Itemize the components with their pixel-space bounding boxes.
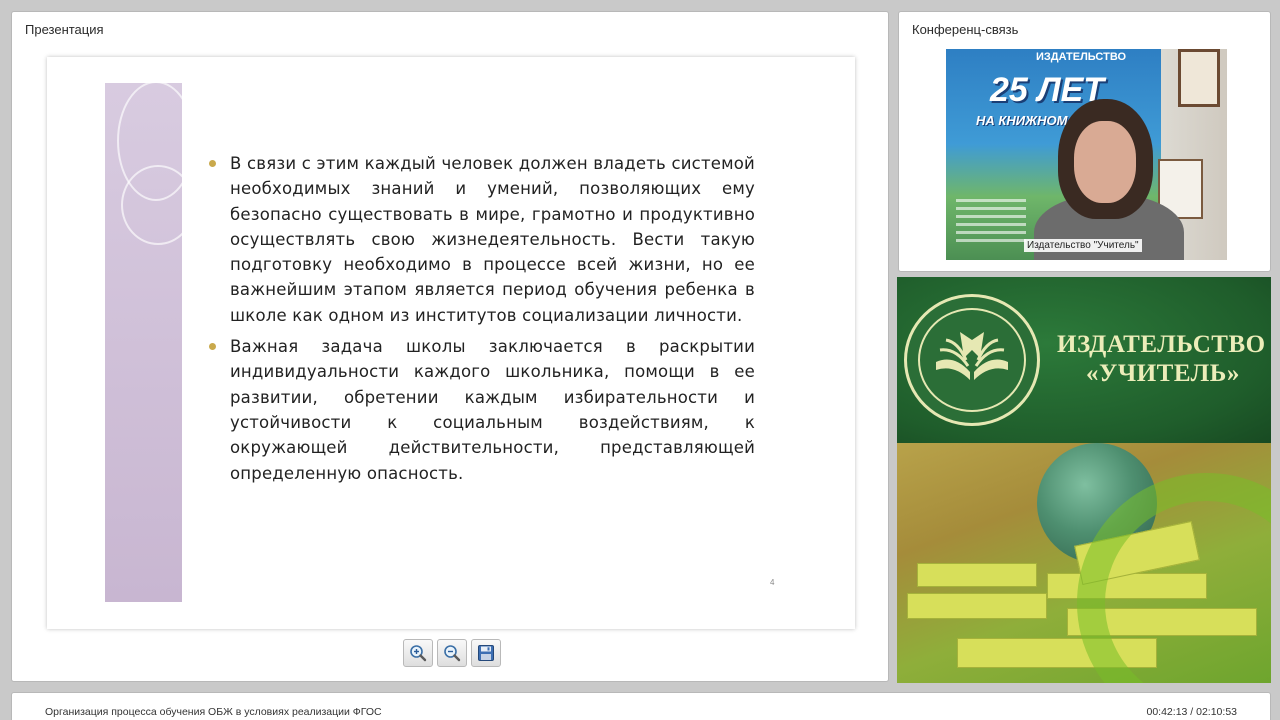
conference-panel: Конференц-связь ИЗДАТЕЛЬСТВО 25 ЛЕТ НА К… [898,11,1271,272]
presentation-panel: Презентация В связи с этим каждый челове… [11,11,889,682]
publisher-banner: ИЗДАТЕЛЬСТВО «УЧИТЕЛЬ» [897,277,1271,683]
presentation-slide: В связи с этим каждый человек должен вла… [47,57,855,629]
slide-bullet-2-text: Важная задача школы заключается в раскры… [230,337,755,483]
slide-bullet-2: Важная задача школы заключается в раскры… [209,334,755,486]
publisher-title-line1: ИЗДАТЕЛЬСТВО [1057,331,1266,358]
conference-panel-title: Конференц-связь [912,22,1019,37]
poster-address-lines [956,199,1026,247]
poster-top-text: ИЗДАТЕЛЬСТВО [1036,51,1127,63]
zoom-out-button[interactable] [437,639,467,667]
player-footer: Организация процесса обучения ОБЖ в усло… [11,692,1271,720]
publisher-logo-icon [904,294,1040,426]
slide-decoration [105,83,182,602]
zoom-in-button[interactable] [403,639,433,667]
banner-books-image [897,443,1271,683]
video-feed[interactable]: ИЗДАТЕЛЬСТВО 25 ЛЕТ НА КНИЖНОМ Р Издател… [946,49,1227,260]
webinar-title: Организация процесса обучения ОБЖ в усло… [45,706,382,718]
slide-bullet-1: В связи с этим каждый человек должен вла… [209,151,755,328]
speaker-face [1074,121,1136,203]
presentation-panel-title: Презентация [25,22,104,37]
presentation-toolbar [403,639,501,667]
publisher-title-line2: «УЧИТЕЛЬ» [1086,360,1240,387]
zoom-in-icon [410,645,427,662]
slide-bullet-1-text: В связи с этим каждый человек должен вла… [230,154,755,325]
book-emblem-icon [936,332,1008,380]
bullet-icon [209,343,216,351]
wall-picture [1178,49,1220,107]
slide-text: В связи с этим каждый человек должен вла… [209,151,755,492]
bullet-icon [209,160,216,167]
playback-time: 00:42:13 / 02:10:53 [1146,706,1238,718]
save-icon [478,645,494,661]
slide-page-number: 4 [770,578,775,587]
zoom-out-icon [444,645,461,662]
camera-name-label: Издательство "Учитель" [1024,239,1142,252]
banner-header: ИЗДАТЕЛЬСТВО «УЧИТЕЛЬ» [897,277,1271,443]
save-button[interactable] [471,639,501,667]
